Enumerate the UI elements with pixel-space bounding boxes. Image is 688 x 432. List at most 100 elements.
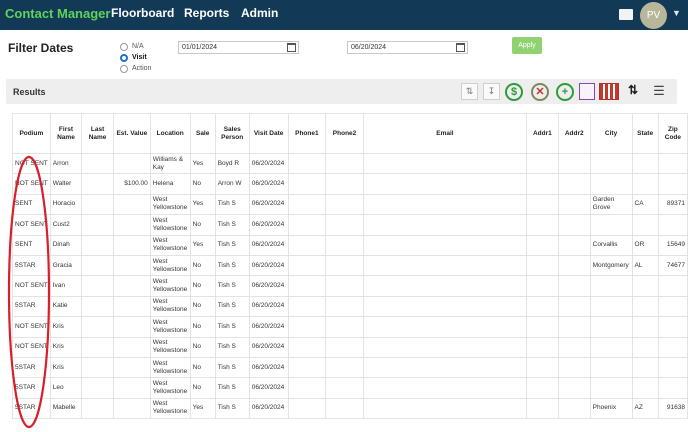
table-cell: [657, 316, 688, 338]
table-cell: Boyd R: [214, 152, 250, 175]
table-row[interactable]: SENT Horacio West Yellowstone Yes Tish S 06/2…: [12, 193, 688, 216]
table-cell: Kris: [49, 356, 83, 379]
column-header[interactable]: Location: [149, 113, 191, 154]
column-header[interactable]: Phone2: [325, 113, 364, 154]
table-cell: 06/20/2024: [248, 173, 289, 195]
table-cell: [362, 356, 527, 379]
nav-floorboard[interactable]: Floorboard: [111, 6, 174, 20]
chevron-down-icon[interactable]: ▼: [672, 8, 681, 18]
table-row[interactable]: NOT SENT Walter $100.00 Helena No Arron W 06/2…: [12, 173, 688, 195]
column-header[interactable]: Addr2: [557, 113, 591, 154]
column-header[interactable]: State: [631, 113, 659, 154]
menu-icon[interactable]: ☰: [652, 83, 666, 100]
radio-action-circle[interactable]: [120, 64, 128, 73]
column-header[interactable]: City: [589, 113, 633, 154]
table-row[interactable]: 5STAR Leo West Yellowstone No Tish S 06/20/20…: [12, 377, 688, 399]
table-cell: [287, 275, 327, 297]
table-cell: West Yellowstone: [149, 193, 191, 216]
avatar[interactable]: PV: [640, 2, 667, 29]
table-cell: Leo: [49, 377, 83, 399]
download-icon[interactable]: ↧: [483, 83, 500, 100]
end-date-input[interactable]: 06/20/2024: [347, 41, 468, 54]
table-cell: [525, 316, 559, 338]
table-cell: [362, 275, 527, 297]
table-cell: [325, 193, 364, 216]
calendar-icon[interactable]: [456, 43, 465, 52]
table-cell: Yes: [189, 234, 216, 256]
nav-reports[interactable]: Reports: [184, 6, 229, 20]
add-icon[interactable]: +: [556, 83, 574, 101]
table-row[interactable]: 5STAR Mabelle West Yellowstone Yes Tish S 06/…: [12, 397, 688, 420]
table-cell: [362, 397, 527, 420]
radio-na[interactable]: N/A: [120, 41, 144, 52]
no-dollar-icon[interactable]: ✕: [531, 83, 549, 101]
table-row[interactable]: SENT Dinah West Yellowstone Yes Tish S 06/20/…: [12, 234, 688, 256]
table-cell: [112, 316, 151, 338]
nav-admin[interactable]: Admin: [241, 6, 278, 20]
table-cell: NOT SENT: [12, 316, 51, 338]
table-cell: [657, 377, 688, 399]
column-header[interactable]: Addr1: [525, 113, 559, 154]
calendar-grid-icon[interactable]: [599, 83, 619, 100]
table-cell: [557, 316, 591, 338]
table-cell: No: [189, 377, 216, 399]
mail-icon[interactable]: [619, 9, 633, 20]
start-date-input[interactable]: 01/01/2024: [178, 41, 299, 54]
table-row[interactable]: 5STAR Kris West Yellowstone No Tish S 06/20/2…: [12, 356, 688, 379]
table-cell: 06/20/2024: [248, 356, 289, 379]
table-cell: CA: [631, 193, 659, 216]
table-cell: Yes: [189, 193, 216, 216]
table-cell: Garden Grove: [589, 193, 633, 216]
table-cell: No: [189, 275, 216, 297]
table-cell: [112, 193, 151, 216]
table-row[interactable]: NOT SENT Kris West Yellowstone No Tish S 06/2…: [12, 336, 688, 358]
filter-dates-title: Filter Dates: [8, 41, 74, 55]
table-cell: [525, 193, 559, 216]
column-header[interactable]: First Name: [49, 113, 83, 154]
column-header[interactable]: Visit Date: [248, 113, 289, 154]
radio-visit-circle[interactable]: [120, 53, 128, 62]
radio-action[interactable]: Action: [120, 63, 151, 74]
notes-icon[interactable]: [579, 83, 595, 100]
column-header[interactable]: Last Name: [81, 113, 114, 154]
table-cell: [325, 152, 364, 175]
refresh-icon[interactable]: ⇅: [461, 83, 478, 100]
radio-visit[interactable]: Visit: [120, 52, 147, 63]
radio-na-circle[interactable]: [120, 42, 128, 51]
table-cell: 15649: [657, 234, 688, 256]
brand-logo[interactable]: Contact Manager: [5, 6, 110, 21]
calendar-icon[interactable]: [287, 43, 296, 52]
column-header[interactable]: Zip Code: [657, 113, 688, 154]
column-header[interactable]: Email: [362, 113, 527, 154]
table-cell: 06/20/2024: [248, 316, 289, 338]
table-cell: [657, 173, 688, 195]
table-row[interactable]: NOT SENT Cust2 West Yellowstone No Tish S 06/…: [12, 214, 688, 236]
dollar-icon[interactable]: $: [505, 83, 523, 101]
table-cell: [557, 377, 591, 399]
table-cell: [631, 336, 659, 358]
apply-button[interactable]: Apply: [512, 37, 542, 54]
table-row[interactable]: NOT SENT Kris West Yellowstone No Tish S 06/2…: [12, 316, 688, 338]
column-header[interactable]: Sale: [189, 113, 216, 154]
table-row[interactable]: 5STAR Gracia West Yellowstone No Tish S 06/20…: [12, 254, 688, 277]
column-header[interactable]: Est. Value: [112, 113, 151, 154]
column-header[interactable]: Phone1: [287, 113, 327, 154]
table-cell: [589, 152, 633, 175]
table-cell: [525, 152, 559, 175]
table-cell: West Yellowstone: [149, 234, 191, 256]
table-cell: [362, 234, 527, 256]
radio-visit-label: Visit: [132, 54, 147, 61]
table-cell: West Yellowstone: [149, 275, 191, 297]
sort-icon[interactable]: ⇅: [626, 83, 640, 100]
table-header: Podium First Name Last Name Est. Value Locat…: [12, 113, 688, 154]
table-row[interactable]: NOT SENT Ivan West Yellowstone No Tish S 06/2…: [12, 275, 688, 297]
table-cell: [657, 275, 688, 297]
table-cell: [557, 152, 591, 175]
table-cell: [362, 173, 527, 195]
table-row[interactable]: NOT SENT Arron Williams & Kay Yes Boyd R 06/2…: [12, 152, 688, 175]
table-row[interactable]: 5STAR Katie West Yellowstone No Tish S 06/20/…: [12, 295, 688, 318]
column-header[interactable]: Sales Person: [214, 113, 250, 154]
column-header[interactable]: Podium: [12, 113, 51, 154]
table-cell: No: [189, 316, 216, 338]
table-cell: Phoenix: [589, 397, 633, 420]
